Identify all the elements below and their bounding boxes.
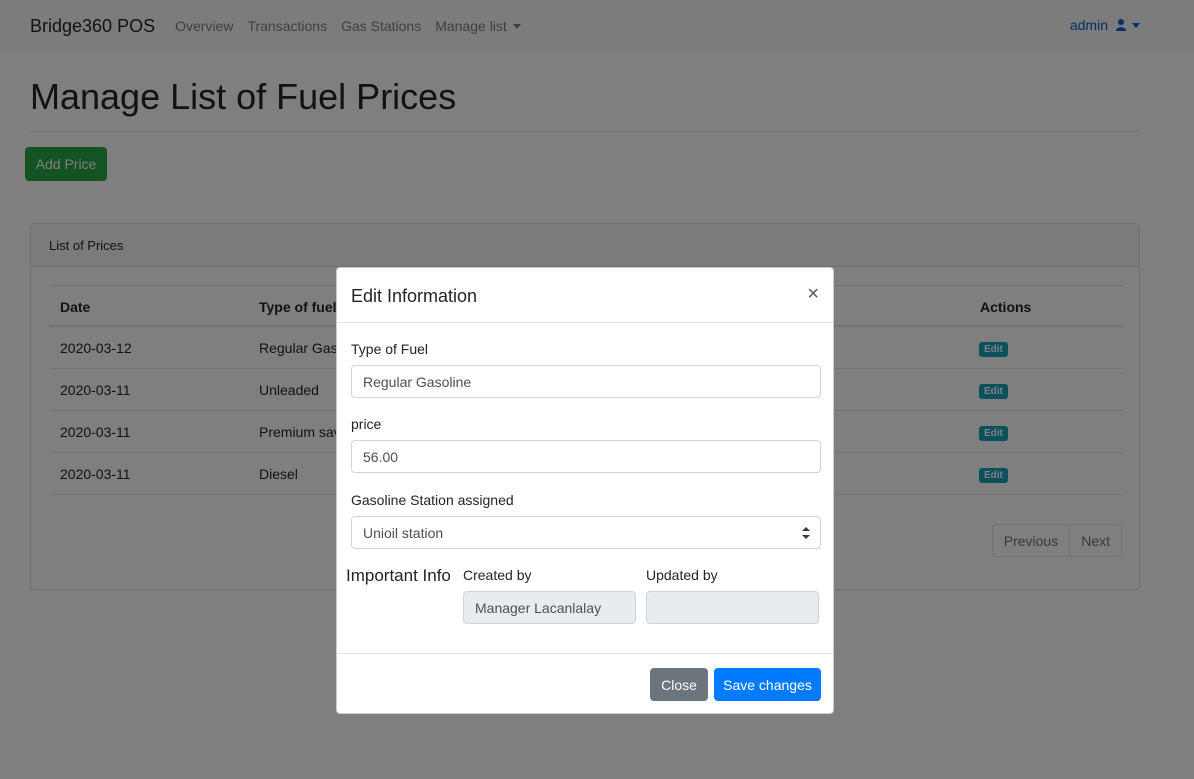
updated-by-label: Updated by xyxy=(646,567,718,583)
modal-title: Edit Information xyxy=(351,286,478,306)
price-label: price xyxy=(351,416,382,432)
station-label: Gasoline Station assigned xyxy=(351,492,514,508)
modal-footer: Close Save changes xyxy=(337,653,833,714)
close-icon[interactable]: × xyxy=(807,284,819,304)
fuel-type-label: Type of Fuel xyxy=(351,341,429,357)
created-by-field: Manager Lacanlalay xyxy=(463,591,636,624)
important-info-heading: Important Info xyxy=(346,566,451,585)
close-button[interactable]: Close xyxy=(650,668,708,701)
station-select-value: Unioil station xyxy=(363,524,444,541)
select-arrows-icon xyxy=(802,527,810,539)
modal-header: Edit Information × xyxy=(337,268,833,323)
edit-modal: Edit Information × Type of Fuel Regular … xyxy=(336,267,834,714)
updated-by-field xyxy=(646,591,819,624)
price-input[interactable]: 56.00 xyxy=(351,440,821,473)
created-by-label: Created by xyxy=(463,567,532,583)
fuel-type-input[interactable]: Regular Gasoline xyxy=(351,365,821,398)
station-select[interactable]: Unioil station xyxy=(351,516,821,549)
save-changes-button[interactable]: Save changes xyxy=(714,668,821,701)
